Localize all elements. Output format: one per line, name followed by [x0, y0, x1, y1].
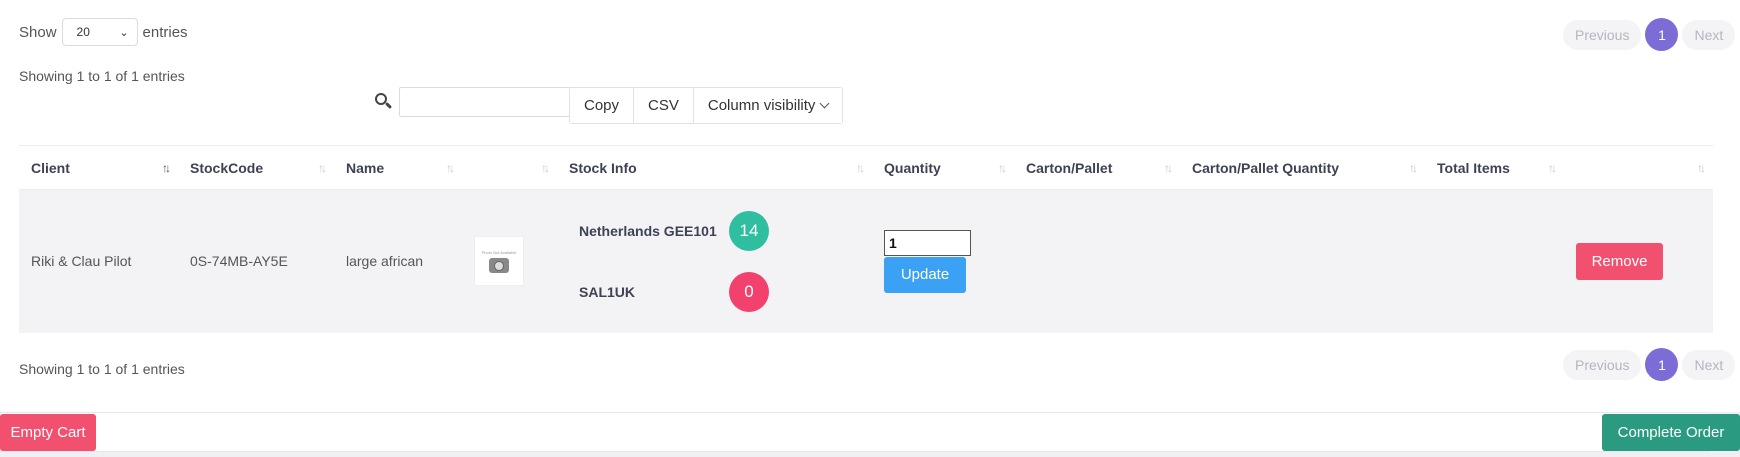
thumbnail-placeholder-text: Photo Not Available — [481, 249, 517, 255]
cell-quantity: 1 Update — [872, 190, 1014, 333]
column-header-label: Quantity — [884, 159, 941, 176]
sort-icon: ↑↓ — [1697, 161, 1706, 175]
remove-button[interactable]: Remove — [1576, 242, 1663, 280]
sort-icon: ↑↓ — [446, 161, 455, 175]
cart-table: Client ↑↓ StockCode ↑↓ Name ↑↓ ↑↓ Stock Inf… — [19, 145, 1713, 333]
chevron-down-icon: ⌄ — [119, 26, 129, 39]
cell-stock-info: Netherlands GEE101 14 SAL1UK 0 — [557, 190, 872, 333]
stock-location-name: SAL1UK — [579, 283, 636, 300]
cell-actions: Remove — [1564, 190, 1713, 333]
cell-image: Photo Not Available — [462, 190, 557, 333]
export-button-group: Copy CSV Column visibility — [569, 87, 844, 124]
pagination-bottom: Previous 1 Next — [1563, 348, 1736, 381]
sort-icon: ↑↓ — [998, 161, 1007, 175]
update-button[interactable]: Update — [884, 256, 966, 293]
camera-icon — [489, 257, 509, 273]
previous-page-button[interactable]: Previous — [1563, 19, 1642, 50]
table-info-top: Showing 1 to 1 of 1 entries — [19, 68, 185, 84]
column-header-total-items[interactable]: Total Items ↑↓ — [1425, 146, 1564, 190]
column-header-actions[interactable]: ↑↓ — [1564, 146, 1713, 190]
product-thumbnail[interactable]: Photo Not Available — [474, 236, 524, 287]
copy-label: Copy — [584, 97, 620, 114]
sort-icon: ↑↓ — [541, 161, 550, 175]
sort-icon: ↑↓ — [1548, 161, 1557, 175]
cell-name: large african — [346, 253, 424, 270]
pagination-top: Previous 1 Next — [1563, 18, 1736, 51]
cell-total-items — [1425, 190, 1564, 333]
next-page-button[interactable]: Next — [1682, 19, 1736, 50]
column-header-label: Client — [31, 159, 70, 176]
stock-count-badge: 0 — [729, 271, 769, 312]
column-header-carton-pallet[interactable]: Carton/Pallet ↑↓ — [1014, 146, 1180, 190]
column-header-quantity[interactable]: Quantity ↑↓ — [872, 146, 1014, 190]
search-input[interactable] — [399, 87, 572, 117]
table-header-row: Client ↑↓ StockCode ↑↓ Name ↑↓ ↑↓ Stock Inf… — [19, 145, 1713, 190]
entries-label: entries — [142, 23, 188, 41]
stock-location-row: SAL1UK 0 — [569, 261, 872, 322]
entries-per-page-select[interactable]: 20 ⌄ — [61, 18, 138, 46]
csv-button[interactable]: CSV — [634, 88, 694, 123]
csv-label: CSV — [648, 97, 679, 114]
stock-location-row: Netherlands GEE101 14 — [569, 200, 872, 261]
cell-carton-pallet — [1014, 190, 1180, 333]
cell-stockcode: 0S-74MB-AY5E — [190, 253, 288, 270]
sort-icon: ↑↓ — [1164, 161, 1173, 175]
search-icon — [374, 92, 394, 112]
page-1-button[interactable]: 1 — [1645, 348, 1679, 381]
copy-button[interactable]: Copy — [570, 88, 635, 123]
column-header-label: StockCode — [190, 159, 264, 176]
stock-count-badge: 14 — [729, 210, 769, 251]
sort-icon: ↑↓ — [856, 161, 865, 175]
column-header-label: Stock Info — [569, 159, 637, 176]
complete-order-button[interactable]: Complete Order — [1602, 414, 1740, 451]
column-header-client[interactable]: Client ↑↓ — [19, 146, 178, 190]
previous-page-button[interactable]: Previous — [1563, 349, 1642, 380]
empty-cart-button[interactable]: Empty Cart — [0, 414, 96, 451]
next-page-button[interactable]: Next — [1682, 349, 1736, 380]
column-header-name[interactable]: Name ↑↓ — [334, 146, 462, 190]
column-header-label: Carton/Pallet — [1026, 159, 1113, 176]
search-area — [374, 87, 572, 117]
column-header-stockcode[interactable]: StockCode ↑↓ — [178, 146, 334, 190]
column-header-label: Name — [346, 159, 385, 176]
column-header-label: Carton/Pallet Quantity — [1192, 159, 1340, 176]
footer-bar — [0, 412, 1710, 452]
show-label: Show — [19, 23, 57, 41]
column-visibility-label: Column visibility — [707, 97, 816, 114]
column-visibility-button[interactable]: Column visibility — [693, 88, 843, 123]
column-header-label: Total Items — [1437, 159, 1510, 176]
quantity-input[interactable]: 1 — [884, 229, 971, 256]
entries-per-page-value: 20 — [76, 25, 90, 39]
sort-asc-icon: ↑↓ — [162, 161, 171, 175]
stock-location-name: Netherlands GEE101 — [579, 222, 717, 239]
sort-icon: ↑↓ — [318, 161, 327, 175]
page-1-button[interactable]: 1 — [1645, 18, 1679, 51]
column-header-stock-info[interactable]: Stock Info ↑↓ — [557, 146, 872, 190]
length-menu: Show 20 ⌄ entries — [19, 18, 188, 46]
sort-icon: ↑↓ — [1409, 161, 1418, 175]
cell-client: Riki & Clau Pilot — [31, 253, 132, 270]
table-row: Riki & Clau Pilot 0S-74MB-AY5E large afr… — [19, 189, 1713, 333]
column-header-image[interactable]: ↑↓ — [462, 146, 557, 190]
cell-carton-pallet-quantity — [1180, 190, 1425, 333]
column-header-carton-pallet-quantity[interactable]: Carton/Pallet Quantity ↑↓ — [1180, 146, 1425, 190]
chevron-down-icon — [819, 98, 830, 109]
table-info-bottom: Showing 1 to 1 of 1 entries — [19, 361, 185, 377]
